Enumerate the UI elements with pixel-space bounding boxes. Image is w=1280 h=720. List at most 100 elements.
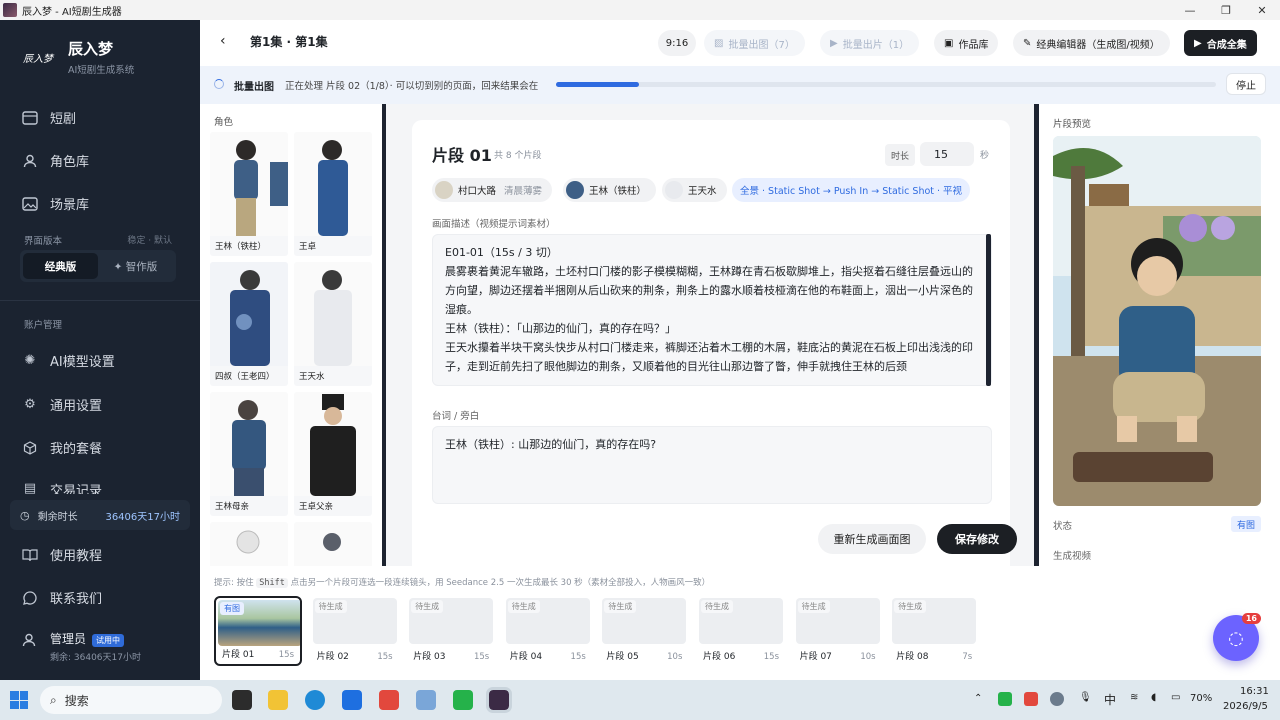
edge-icon[interactable] bbox=[305, 690, 325, 710]
description-line: 晨雾裹着黄泥车辙路，土坯村口门楼的影子模模糊糊，王林蹲在青石板歇脚堆上，指尖抠着… bbox=[445, 265, 973, 316]
back-arrow-icon[interactable]: ‹ bbox=[220, 33, 226, 49]
batch-video-button[interactable]: ▶ 批量出片（1） bbox=[820, 30, 920, 56]
description-line: 王林（铁柱）：「山那边的仙门，真的存在吗？」 bbox=[445, 322, 676, 335]
batch-image-button[interactable]: ▨ 批量出图（7） bbox=[704, 30, 805, 56]
version-smart-option[interactable]: ✦ 智作版 bbox=[98, 253, 173, 279]
nav-item-plan[interactable]: 我的套餐 bbox=[22, 438, 102, 457]
nav-item-contact[interactable]: 联系我们 bbox=[22, 588, 102, 607]
chevron-up-icon[interactable]: ⌃ bbox=[974, 693, 982, 704]
image-icon bbox=[22, 196, 38, 212]
minimize-icon[interactable]: — bbox=[1172, 0, 1208, 20]
episode-title: 第1集 · 第1集 bbox=[250, 35, 328, 49]
segment-thumbnail[interactable]: 待生成 片段 03 15s bbox=[407, 596, 495, 666]
character-card[interactable]: 四叔（王老四） bbox=[210, 262, 288, 386]
play-icon: ▶ bbox=[1194, 37, 1202, 49]
user-info[interactable]: 管理员 试用中 剩余: 36406天17小时 bbox=[22, 630, 141, 663]
character-name: 四叔（王老四） bbox=[215, 372, 275, 382]
segment-thumbnail[interactable]: 待生成 片段 05 10s bbox=[600, 596, 688, 666]
segment-duration: 10s bbox=[667, 652, 683, 662]
segment-thumbnail[interactable]: 有图 片段 01 15s bbox=[214, 596, 302, 666]
hint-suffix: 点击另一个片段可连选一段连续镜头，用 Seedance 2.5 一次生成最长 3… bbox=[290, 578, 711, 588]
taskbar-search[interactable]: ⌕ 搜索 bbox=[40, 686, 222, 714]
active-app-icon[interactable] bbox=[486, 687, 512, 713]
character-card[interactable] bbox=[210, 522, 288, 566]
library-button[interactable]: ▣ 作品库 bbox=[934, 30, 999, 56]
segment-duration: 10s bbox=[860, 652, 876, 662]
description-line: E01-01（15s / 3 切） bbox=[445, 246, 558, 259]
status-label: 状态 bbox=[1053, 521, 1073, 532]
save-button[interactable]: 保存修改 bbox=[937, 524, 1017, 554]
character-avatar bbox=[566, 181, 584, 199]
camera-chip[interactable]: 全景 · Static Shot → Push In → Static Shot… bbox=[732, 178, 971, 202]
file-explorer-icon[interactable] bbox=[268, 690, 288, 710]
regenerate-image-button[interactable]: 重新生成画面图 bbox=[818, 524, 926, 554]
character-image bbox=[294, 262, 372, 366]
nav-item-label: 联系我们 bbox=[50, 592, 103, 607]
textarea-scrollbar[interactable] bbox=[986, 234, 991, 386]
duration-input[interactable]: 15 bbox=[920, 142, 974, 166]
character-card[interactable]: 王卓 bbox=[294, 132, 372, 256]
tool-icon[interactable] bbox=[416, 690, 436, 710]
battery-icon[interactable]: ▭ bbox=[1171, 692, 1180, 703]
maximize-icon[interactable]: ❐ bbox=[1208, 0, 1244, 20]
nav-item-ai-model[interactable]: ✺ AI模型设置 bbox=[22, 351, 115, 370]
nav-item-tutorial[interactable]: 使用教程 bbox=[22, 545, 102, 564]
character-card[interactable]: 王林母亲 bbox=[210, 392, 288, 516]
nav-item-characters[interactable]: 角色库 bbox=[22, 151, 89, 170]
nav-item-transactions[interactable]: ▤ 交易记录 bbox=[22, 480, 102, 495]
version-classic-option[interactable]: 经典版 bbox=[23, 253, 98, 279]
wifi-icon[interactable]: ≋ bbox=[1130, 692, 1138, 703]
wechat-tray-icon[interactable] bbox=[998, 692, 1012, 706]
character-card[interactable]: 王林（铁柱） bbox=[210, 132, 288, 256]
ime-indicator[interactable]: 中 bbox=[1104, 691, 1116, 708]
scene-chip[interactable]: 村口大路 清晨薄雾 bbox=[432, 178, 553, 202]
scene-avatar bbox=[435, 181, 453, 199]
dialog-textarea[interactable]: 王林（铁柱）: 山那边的仙门，真的存在吗? bbox=[432, 426, 992, 504]
segment-name: 片段 05 bbox=[606, 652, 639, 662]
notification-count: 16 bbox=[1241, 613, 1261, 624]
stop-button[interactable]: 停止 bbox=[1226, 73, 1266, 95]
nav-item-label: AI模型设置 bbox=[50, 355, 115, 370]
description-textarea[interactable]: E01-01（15s / 3 切） 晨雾裹着黄泥车辙路，土坯村口门楼的影子模模糊… bbox=[432, 234, 992, 386]
wps-tray-icon[interactable] bbox=[1024, 692, 1038, 706]
task-view-icon[interactable] bbox=[232, 690, 252, 710]
clock-icon: ◷ bbox=[20, 508, 30, 522]
segment-name: 片段 04 bbox=[509, 652, 543, 662]
segment-thumbnail[interactable]: 待生成 片段 06 15s bbox=[697, 596, 785, 666]
segment-thumbnail[interactable]: 待生成 片段 07 10s bbox=[794, 596, 882, 666]
app-tray-icon[interactable] bbox=[1050, 692, 1064, 706]
character-chip[interactable]: 王林（铁柱） bbox=[563, 178, 657, 202]
start-icon[interactable] bbox=[10, 691, 28, 709]
wps-icon[interactable] bbox=[379, 690, 399, 710]
clock-time[interactable]: 16:31 bbox=[1240, 686, 1269, 697]
character-chip[interactable]: 王天水 bbox=[662, 178, 727, 202]
classic-editor-button[interactable]: ✎ 经典编辑器（生成图/视频） bbox=[1013, 30, 1170, 56]
search-icon: ⌕ bbox=[50, 692, 57, 707]
preview-image[interactable] bbox=[1053, 136, 1261, 506]
character-card[interactable] bbox=[294, 522, 372, 566]
description-label: 画面描述（视频提示词素材） bbox=[432, 219, 556, 230]
sidebar: 辰入梦 辰入梦 AI短剧生成系统 短剧 角色库 场景库 界面版本 稳定 · 默认… bbox=[0, 20, 200, 680]
film-icon bbox=[22, 110, 38, 126]
app-icon[interactable] bbox=[342, 690, 362, 710]
segment-thumbnail[interactable]: 待生成 片段 02 15s bbox=[311, 596, 399, 666]
nav-item-drama[interactable]: 短剧 bbox=[22, 108, 76, 127]
book-icon bbox=[22, 547, 38, 563]
segment-thumbnail[interactable]: 待生成 片段 04 15s bbox=[504, 596, 592, 666]
nav-item-scenes[interactable]: 场景库 bbox=[22, 194, 89, 213]
aspect-ratio-button[interactable]: 9:16 bbox=[658, 30, 696, 56]
character-card[interactable]: 王天水 bbox=[294, 262, 372, 386]
wechat-icon[interactable] bbox=[453, 690, 473, 710]
segment-name: 片段 08 bbox=[896, 652, 929, 662]
clock-date[interactable]: 2026/9/5 bbox=[1223, 701, 1268, 712]
chat-fab-button[interactable]: ◌ 16 bbox=[1213, 613, 1261, 661]
compose-all-button[interactable]: ▶ 合成全集 bbox=[1184, 30, 1257, 56]
close-icon[interactable]: ✕ bbox=[1244, 0, 1280, 20]
volume-icon[interactable]: ◖ bbox=[1151, 692, 1156, 703]
segment-name: 片段 03 bbox=[413, 652, 446, 662]
character-card[interactable]: 王卓父亲 bbox=[294, 392, 372, 516]
microphone-icon[interactable]: 🎙 bbox=[1079, 692, 1092, 703]
nav-item-general-settings[interactable]: ⚙ 通用设置 bbox=[22, 395, 102, 414]
receipt-icon: ▤ bbox=[23, 480, 37, 495]
segment-thumbnail[interactable]: 待生成 片段 08 7s bbox=[890, 596, 978, 666]
